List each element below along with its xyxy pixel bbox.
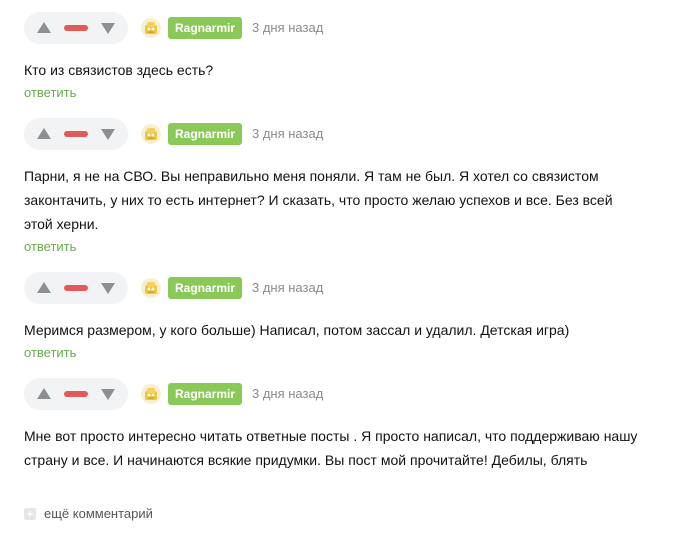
arrow-down-icon[interactable] <box>100 386 116 402</box>
arrow-down-icon[interactable] <box>100 126 116 142</box>
reply-link[interactable]: ответить <box>24 238 76 256</box>
arrow-down-icon[interactable] <box>100 20 116 36</box>
comment: Ragnarmir 3 дня назад Кто из связистов з… <box>24 12 684 102</box>
rating-negative-bar <box>64 131 88 137</box>
comment: Ragnarmir 3 дня назад Парни, я не на СВО… <box>24 118 684 256</box>
comment-time: 3 дня назад <box>252 386 324 401</box>
author-nick[interactable]: Ragnarmir <box>168 383 243 405</box>
arrow-up-icon[interactable] <box>36 20 52 36</box>
author-nick[interactable]: Ragnarmir <box>168 277 243 299</box>
reply-link[interactable]: ответить <box>24 344 76 362</box>
comment-text-line: этой херни. <box>24 216 99 232</box>
expand-icon <box>24 507 36 520</box>
avatar-icon[interactable] <box>140 17 162 39</box>
comment-text-line: Кто из связистов здесь есть? <box>24 62 214 78</box>
comment-text: Меримся размером, у кого больше) Написал… <box>24 318 664 342</box>
author-nick[interactable]: Ragnarmir <box>168 17 243 39</box>
comment: Ragnarmir 3 дня назад Меримся размером, … <box>24 272 684 362</box>
comment-text-line: Парни, я не на СВО. Вы неправильно меня … <box>24 168 599 184</box>
comment: Ragnarmir 3 дня назад Мне вот просто инт… <box>24 378 684 472</box>
comment-text-line: законтачить, у них то есть интернет? И с… <box>24 192 613 208</box>
reply-link[interactable]: ответить <box>24 84 76 102</box>
comment-header: Ragnarmir 3 дня назад <box>24 12 684 44</box>
arrow-up-icon[interactable] <box>36 280 52 296</box>
comment-text: Парни, я не на СВО. Вы неправильно меня … <box>24 164 664 236</box>
vote-controls <box>24 12 128 44</box>
more-comments-label: ещё комментарий <box>44 506 153 521</box>
author-nick[interactable]: Ragnarmir <box>168 123 243 145</box>
comment-header: Ragnarmir 3 дня назад <box>24 118 684 150</box>
comment-text-line: Меримся размером, у кого больше) Написал… <box>24 322 570 338</box>
comment-time: 3 дня назад <box>252 20 324 35</box>
comment-time: 3 дня назад <box>252 280 324 295</box>
avatar-icon[interactable] <box>140 123 162 145</box>
more-comments-button[interactable]: ещё комментарий <box>24 505 153 523</box>
comment-header: Ragnarmir 3 дня назад <box>24 378 684 410</box>
vote-controls <box>24 378 128 410</box>
arrow-up-icon[interactable] <box>36 126 52 142</box>
comment-header: Ragnarmir 3 дня назад <box>24 272 684 304</box>
comment-time: 3 дня назад <box>252 126 324 141</box>
comment-text-line: Мне вот просто интересно читать ответные… <box>24 428 638 444</box>
arrow-down-icon[interactable] <box>100 280 116 296</box>
arrow-up-icon[interactable] <box>36 386 52 402</box>
avatar-icon[interactable] <box>140 383 162 405</box>
vote-controls <box>24 118 128 150</box>
rating-negative-bar <box>64 25 88 31</box>
rating-negative-bar <box>64 285 88 291</box>
comment-text: Мне вот просто интересно читать ответные… <box>24 424 664 472</box>
comment-text-line: страну и все. И начинаются всякие придум… <box>24 452 588 468</box>
rating-negative-bar <box>64 391 88 397</box>
comment-text: Кто из связистов здесь есть? <box>24 58 664 82</box>
avatar-icon[interactable] <box>140 277 162 299</box>
vote-controls <box>24 272 128 304</box>
